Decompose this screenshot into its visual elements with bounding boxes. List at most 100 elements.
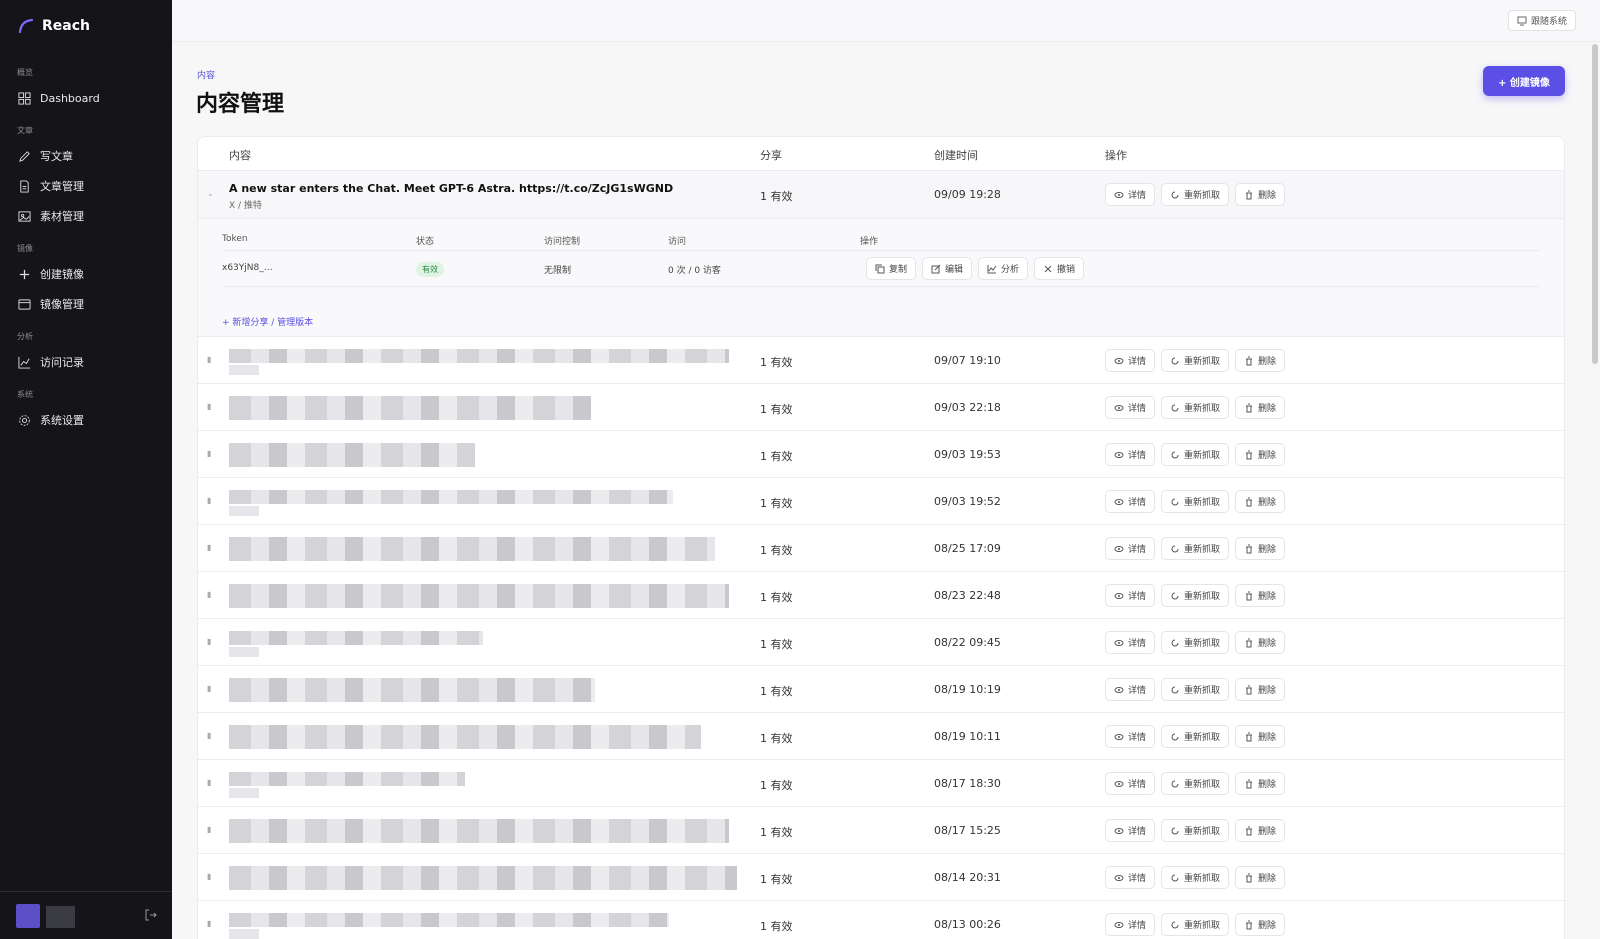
refetch-button[interactable]: 重新抓取	[1161, 584, 1230, 607]
sidebar-item-articles[interactable]: 文章管理	[18, 176, 84, 196]
drag-handle-icon[interactable]: ▮	[207, 543, 217, 553]
brand[interactable]: Reach	[18, 18, 90, 34]
drag-handle-icon[interactable]: ▮	[207, 778, 217, 788]
detail-button[interactable]: 详情	[1105, 913, 1156, 936]
logout-icon[interactable]	[144, 908, 158, 922]
refetch-button[interactable]: 重新抓取	[1161, 772, 1230, 795]
topbar: 跟随系统	[172, 0, 1600, 42]
table-row[interactable]: ▮ 1 有效 08/14 20:31 详情 重新抓取 删除	[198, 854, 1564, 901]
drag-handle-icon[interactable]: ▮	[207, 825, 217, 835]
edit-button[interactable]: 编辑	[922, 257, 973, 280]
detail-button[interactable]: 详情	[1105, 183, 1156, 206]
refetch-button[interactable]: 重新抓取	[1161, 866, 1230, 889]
delete-button[interactable]: 删除	[1235, 443, 1286, 466]
table-row[interactable]: ⌄ A new star enters the Chat. Meet GPT-6…	[198, 171, 1564, 219]
detail-button[interactable]: 详情	[1105, 725, 1156, 748]
table-row[interactable]: ▮ 1 有效 08/17 15:25 详情 重新抓取 删除	[198, 807, 1564, 854]
detail-button[interactable]: 详情	[1105, 537, 1156, 560]
scrollbar[interactable]	[1592, 44, 1598, 364]
delete-button[interactable]: 删除	[1235, 396, 1286, 419]
analyze-button[interactable]: 分析	[978, 257, 1029, 280]
delete-button[interactable]: 删除	[1235, 631, 1286, 654]
drag-handle-icon[interactable]: ▮	[207, 402, 217, 412]
sidebar-item-assets[interactable]: 素材管理	[18, 206, 84, 226]
detail-button[interactable]: 详情	[1105, 678, 1156, 701]
create-mirror-button[interactable]: + 创建镜像	[1483, 66, 1565, 96]
delete-button[interactable]: 删除	[1235, 537, 1286, 560]
delete-button[interactable]: 删除	[1235, 183, 1286, 206]
eye-icon	[1114, 545, 1124, 552]
delete-button[interactable]: 删除	[1235, 490, 1286, 513]
content-table: 内容 分享 创建时间 操作 ⌄ A new star enters the Ch…	[197, 136, 1565, 939]
drag-handle-icon[interactable]: ▮	[207, 637, 217, 647]
table-row[interactable]: ▮ 1 有效 08/13 00:26 详情 重新抓取 删除	[198, 901, 1564, 939]
table-row[interactable]: ▮ 1 有效 08/23 22:48 详情 重新抓取 删除	[198, 572, 1564, 619]
refetch-button[interactable]: 重新抓取	[1161, 537, 1230, 560]
chevron-down-icon[interactable]: ⌄	[207, 189, 217, 199]
table-row[interactable]: ▮ 1 有效 08/17 18:30 详情 重新抓取 删除	[198, 760, 1564, 807]
drag-handle-icon[interactable]: ▮	[207, 355, 217, 365]
detail-button[interactable]: 详情	[1105, 396, 1156, 419]
table-row[interactable]: ▮ 1 有效 08/19 10:19 详情 重新抓取 删除	[198, 666, 1564, 713]
revoke-button[interactable]: 撤销	[1034, 257, 1085, 280]
drag-handle-icon[interactable]: ▮	[207, 872, 217, 882]
table-row[interactable]: ▮ 1 有效 09/03 22:18 详情 重新抓取 删除	[198, 384, 1564, 431]
delete-button[interactable]: 删除	[1235, 725, 1286, 748]
detail-button[interactable]: 详情	[1105, 819, 1156, 842]
avatar[interactable]	[16, 904, 40, 928]
refetch-button[interactable]: 重新抓取	[1161, 725, 1230, 748]
drag-handle-icon[interactable]: ▮	[207, 449, 217, 459]
refetch-button[interactable]: 重新抓取	[1161, 443, 1230, 466]
delete-label: 删除	[1258, 874, 1277, 884]
row-share: 1 有效	[760, 450, 793, 463]
detail-button[interactable]: 详情	[1105, 349, 1156, 372]
sidebar-item-create-mirror[interactable]: 创建镜像	[18, 264, 84, 284]
delete-button[interactable]: 删除	[1235, 349, 1286, 372]
drag-handle-icon[interactable]: ▮	[207, 731, 217, 741]
redacted-content	[229, 913, 669, 927]
detail-button[interactable]: 详情	[1105, 866, 1156, 889]
drag-handle-icon[interactable]: ▮	[207, 919, 217, 929]
table-row[interactable]: ▮ 1 有效 09/07 19:10 详情 重新抓取 删除	[198, 337, 1564, 384]
copy-button[interactable]: 复制	[866, 257, 917, 280]
redacted-content	[229, 819, 729, 843]
detail-button[interactable]: 详情	[1105, 584, 1156, 607]
refetch-label: 重新抓取	[1184, 686, 1221, 696]
refetch-button[interactable]: 重新抓取	[1161, 819, 1230, 842]
sidebar-item-write[interactable]: 写文章	[18, 146, 73, 166]
refetch-button[interactable]: 重新抓取	[1161, 490, 1230, 513]
sidebar-item-settings[interactable]: 系统设置	[18, 410, 84, 430]
refetch-button[interactable]: 重新抓取	[1161, 183, 1230, 206]
refetch-button[interactable]: 重新抓取	[1161, 396, 1230, 419]
table-row[interactable]: ▮ 1 有效 08/25 17:09 详情 重新抓取 删除	[198, 525, 1564, 572]
detail-button[interactable]: 详情	[1105, 443, 1156, 466]
drag-handle-icon[interactable]: ▮	[207, 496, 217, 506]
refetch-button[interactable]: 重新抓取	[1161, 678, 1230, 701]
theme-follow-system-button[interactable]: 跟随系统	[1507, 10, 1576, 31]
table-row[interactable]: ▮ 1 有效 09/03 19:53 详情 重新抓取 删除	[198, 431, 1564, 478]
detail-button[interactable]: 详情	[1105, 772, 1156, 795]
follow-system-label: 跟随系统	[1530, 17, 1567, 27]
refetch-button[interactable]: 重新抓取	[1161, 913, 1230, 936]
delete-button[interactable]: 删除	[1235, 584, 1286, 607]
sidebar-item-visits[interactable]: 访问记录	[18, 352, 84, 372]
table-row[interactable]: ▮ 1 有效 08/19 10:11 详情 重新抓取 删除	[198, 713, 1564, 760]
delete-button[interactable]: 删除	[1235, 819, 1286, 842]
detail-button[interactable]: 详情	[1105, 490, 1156, 513]
add-share-link[interactable]: + 新增分享 / 管理版本	[222, 315, 313, 328]
detail-button[interactable]: 详情	[1105, 631, 1156, 654]
delete-button[interactable]: 删除	[1235, 866, 1286, 889]
drag-handle-icon[interactable]: ▮	[207, 590, 217, 600]
table-row[interactable]: ▮ 1 有效 09/03 19:52 详情 重新抓取 删除	[198, 478, 1564, 525]
delete-button[interactable]: 删除	[1235, 913, 1286, 936]
sidebar-item-mirrors[interactable]: 镜像管理	[18, 294, 84, 314]
delete-button[interactable]: 删除	[1235, 772, 1286, 795]
breadcrumb[interactable]: 内容	[197, 68, 215, 81]
refetch-button[interactable]: 重新抓取	[1161, 631, 1230, 654]
table-row[interactable]: ▮ 1 有效 08/22 09:45 详情 重新抓取 删除	[198, 619, 1564, 666]
sidebar-item-dashboard[interactable]: Dashboard	[18, 88, 100, 108]
drag-handle-icon[interactable]: ▮	[207, 684, 217, 694]
row-time: 08/13 00:26	[934, 918, 1001, 931]
refetch-button[interactable]: 重新抓取	[1161, 349, 1230, 372]
delete-button[interactable]: 删除	[1235, 678, 1286, 701]
